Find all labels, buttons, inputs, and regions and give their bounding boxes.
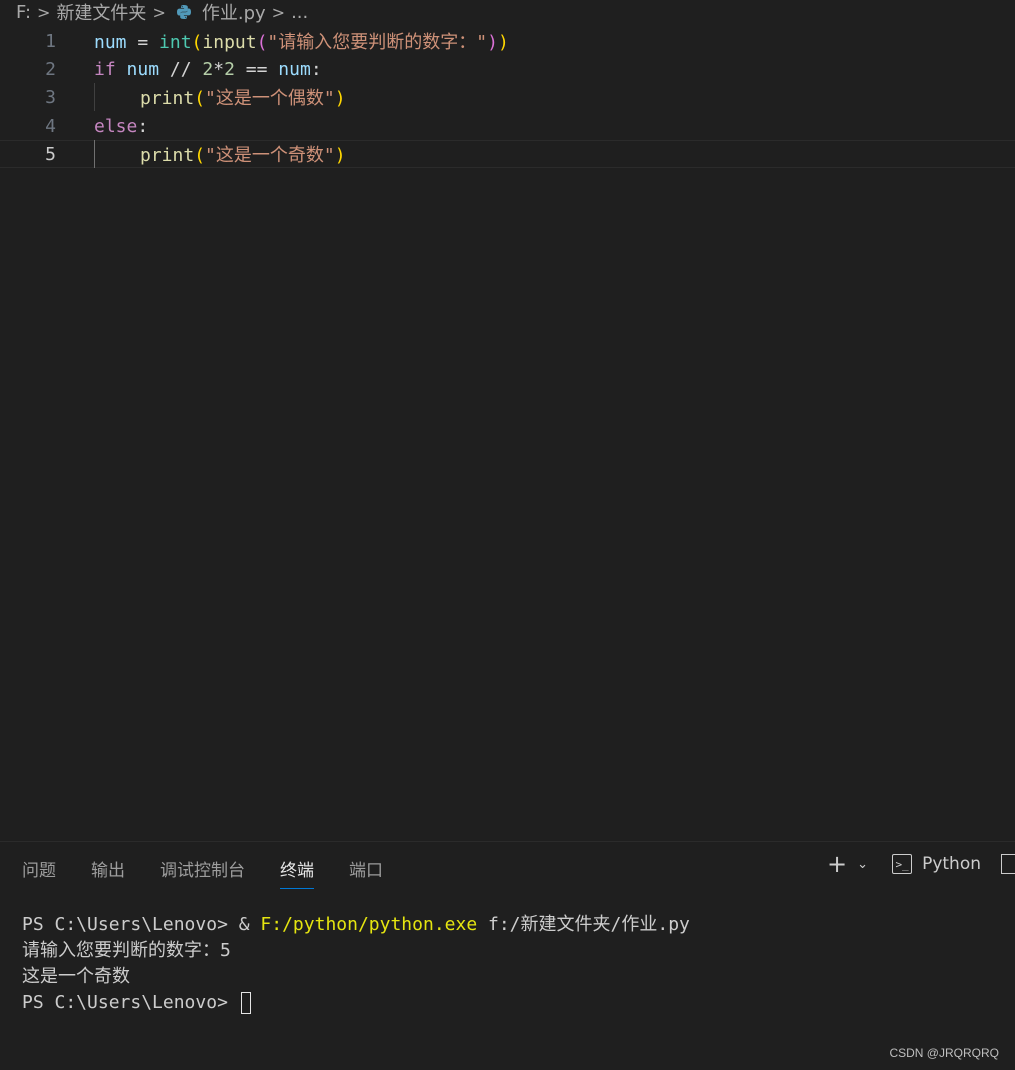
terminal-prompt: PS C:\Users\Lenovo> & [22,914,261,935]
code-text: else: [94,116,148,137]
token: 2 [202,58,214,80]
code-text: print("这是一个奇数") [140,141,346,167]
token: ) [497,32,509,53]
terminal-line: PS C:\Users\Lenovo> [22,990,690,1016]
breadcrumb-folder[interactable]: 新建文件夹 [56,0,146,25]
breadcrumb-more[interactable]: ... [291,2,308,23]
line-number: 4 [45,115,56,137]
terminal-cursor [240,992,251,1014]
code-line-current[interactable]: 5 print("这是一个奇数") [0,140,1015,168]
breadcrumb: F: > 新建文件夹 > 作业.py > ... [0,0,1015,25]
token: // [159,58,203,80]
terminal-argument: f:/新建文件夹/作业.py [477,914,690,935]
token: ( [256,32,268,53]
shell-label[interactable]: Python [922,854,981,874]
panel-tabs: 问题 输出 调试控制台 终端 端口 [22,856,383,889]
token: print [140,88,195,109]
terminal-prompt: PS C:\Users\Lenovo> [22,992,239,1013]
token: else [94,115,138,137]
code-line[interactable]: 2 if num // 2*2 == num: [0,55,1015,83]
token: ( [191,32,203,53]
token: input [202,32,257,53]
terminal-line: 这是一个奇数 [22,966,130,987]
code-text: num = int(input("请输入您要判断的数字：")) [94,28,509,54]
chevron-right-icon: > [37,2,51,22]
code-text: if num // 2*2 == num: [94,59,322,80]
tab-terminal[interactable]: 终端 [280,856,314,889]
token: ) [334,88,346,109]
token: num [278,58,311,80]
token: == [234,58,279,80]
terminal-command: F:/python/python.exe [260,914,478,935]
chevron-down-icon[interactable]: ⌄ [857,857,868,872]
chevron-right-icon: > [152,2,166,22]
tab-problems[interactable]: 问题 [22,856,56,887]
breadcrumb-file[interactable]: 作业.py [202,0,266,25]
code-line[interactable]: 3 print("这是一个偶数") [0,83,1015,111]
token: ) [334,145,346,166]
token: ( [194,88,206,109]
line-number: 2 [45,58,56,80]
token: int [159,32,192,53]
token: : [310,58,322,80]
python-file-icon [176,5,191,19]
token: ( [194,145,206,166]
terminal-output[interactable]: PS C:\Users\Lenovo> & F:/python/python.e… [22,912,690,1016]
line-number: 1 [45,30,56,52]
tab-output[interactable]: 输出 [91,856,125,887]
code-line[interactable]: 4 else: [0,112,1015,140]
token: * [213,58,225,80]
token: if [94,58,116,80]
tab-ports[interactable]: 端口 [349,856,383,887]
terminal-line: 请输入您要判断的数字：5 [22,940,231,961]
token: : [137,115,149,137]
breadcrumb-drive[interactable]: F: [16,2,31,23]
code-line[interactable]: 1 num = int(input("请输入您要判断的数字：")) [0,27,1015,55]
line-number: 3 [45,86,56,108]
token: "这是一个偶数" [205,88,335,109]
split-terminal-icon[interactable] [1001,854,1015,874]
terminal-line: PS C:\Users\Lenovo> & F:/python/python.e… [22,912,690,938]
panel-actions: + ⌄ >_ Python [827,852,1015,876]
token: "请输入您要判断的数字：" [267,32,488,53]
indent-guide [94,140,95,168]
token: num [94,32,127,53]
terminal-icon: >_ [892,854,913,874]
bottom-panel: 问题 输出 调试控制台 终端 端口 + ⌄ >_ Python PS C:\Us… [0,841,1015,1070]
indent-guide [94,83,95,111]
tab-debug-console[interactable]: 调试控制台 [160,856,245,887]
chevron-right-icon: > [271,2,286,22]
line-number: 5 [45,143,56,165]
token: ) [487,32,498,53]
token: 2 [224,58,235,80]
code-editor[interactable]: 1 num = int(input("请输入您要判断的数字：")) 2 if n… [0,26,1015,841]
code-text: print("这是一个偶数") [140,84,346,110]
token: num [115,58,160,80]
new-terminal-icon[interactable]: + [827,852,847,876]
watermark: CSDN @JRQRQRQ [889,1046,999,1060]
token: = [126,32,160,53]
token: print [140,145,195,166]
token: "这是一个奇数" [205,145,335,166]
